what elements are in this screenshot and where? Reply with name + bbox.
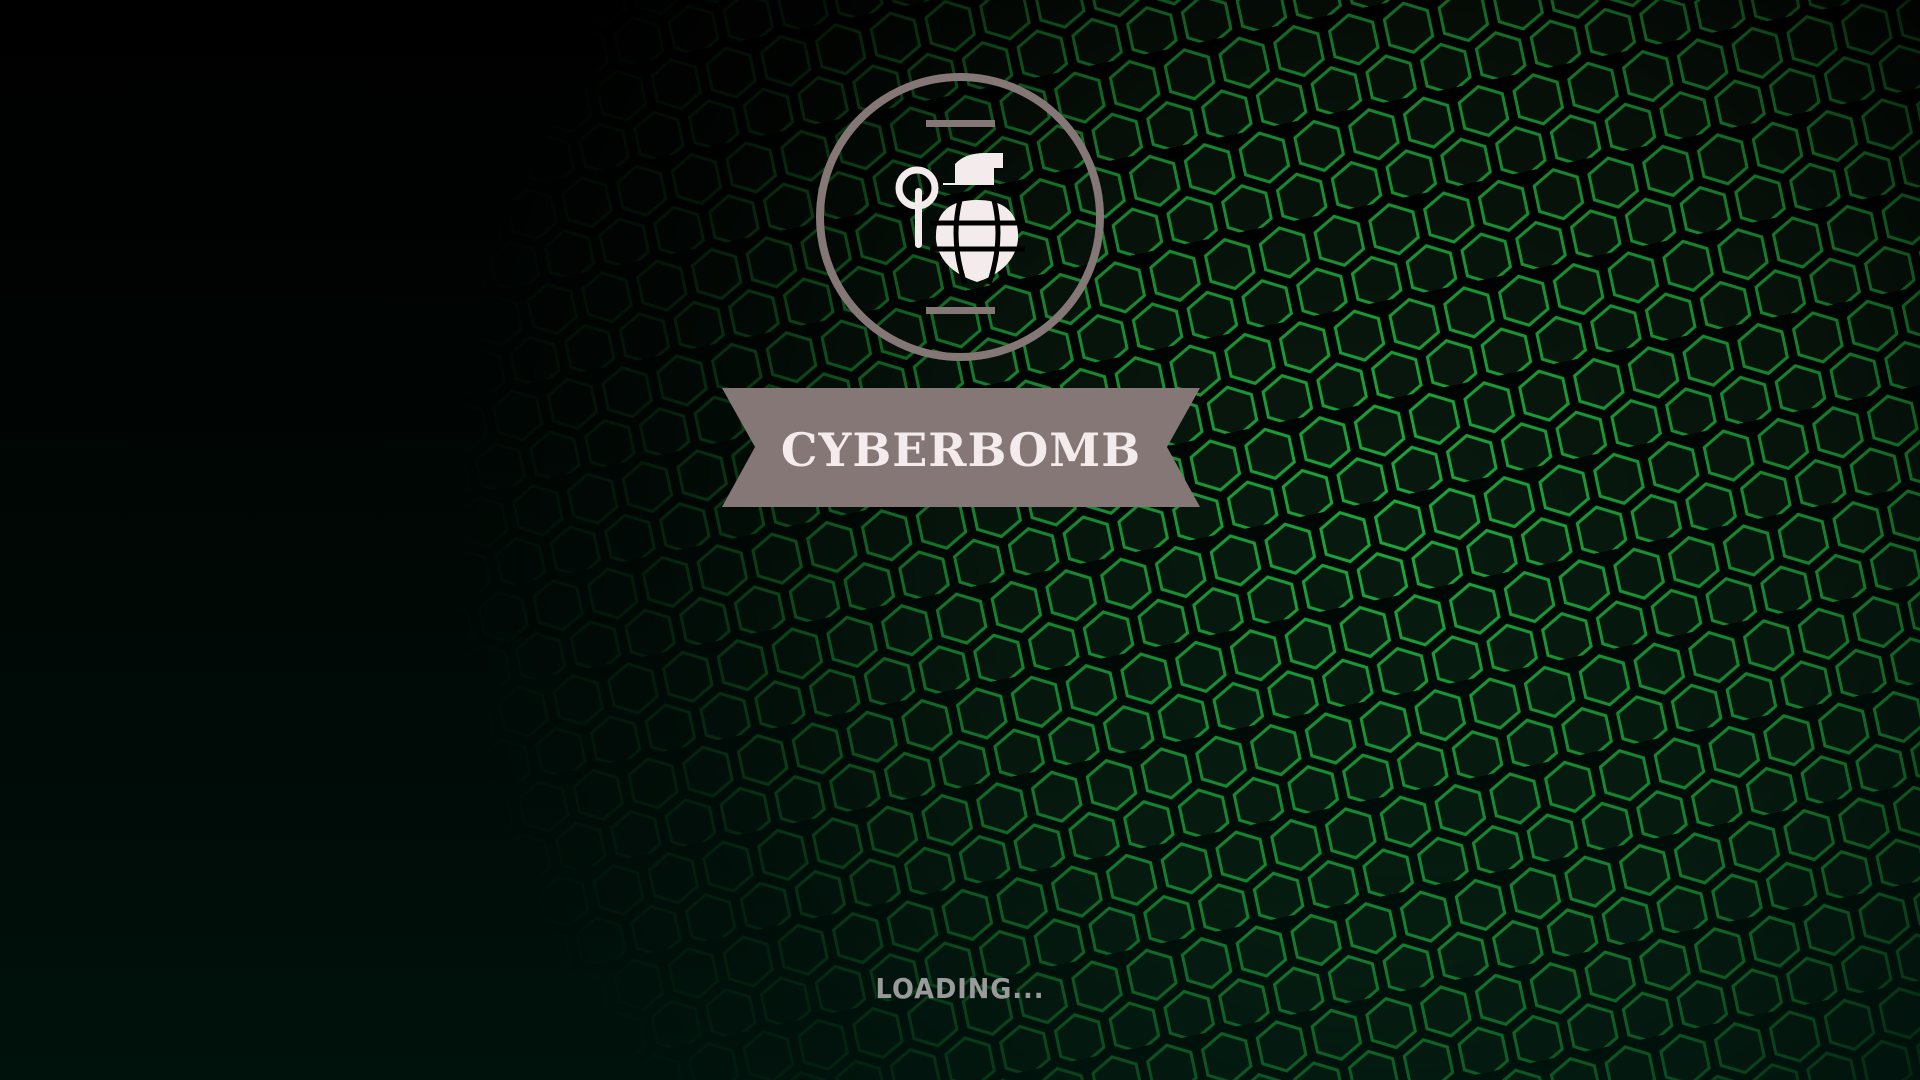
grenade-icon <box>895 153 1025 285</box>
game-title: CYBERBOMB <box>780 423 1142 477</box>
loading-text: LOADING... <box>875 972 1045 1005</box>
emblem-bar-bottom <box>926 307 995 314</box>
game-logo <box>722 73 1200 507</box>
emblem-bar-top <box>926 120 995 127</box>
